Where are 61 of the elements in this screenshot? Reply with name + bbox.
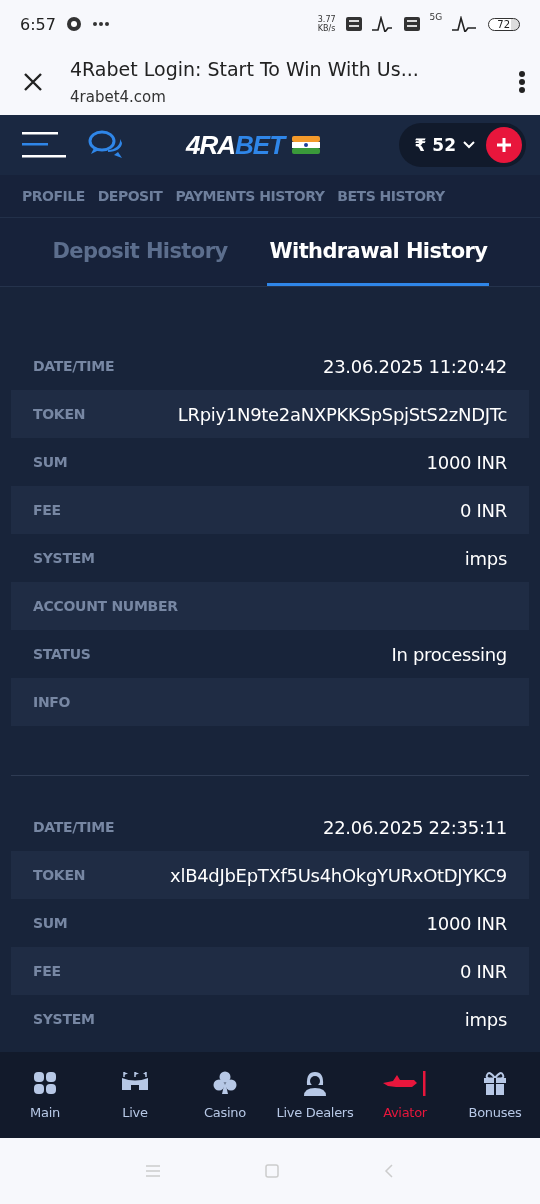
battery-level: 72 (488, 17, 520, 31)
profile-nav-link[interactable]: PROFILE (22, 188, 85, 204)
flag-icon (292, 136, 320, 154)
volte-icon (345, 17, 362, 31)
field-label: INFO (33, 694, 71, 710)
brand-logo[interactable]: 4RABET (186, 129, 320, 161)
signal-icon (371, 16, 394, 32)
balance-pill[interactable]: ₹ 52 (398, 123, 526, 167)
menu-icon[interactable] (22, 130, 66, 160)
page-url: 4rabet4.com (70, 87, 167, 106)
field-label: TOKEN (33, 867, 86, 883)
field-value: 0 INR (460, 960, 507, 982)
field-label: SUM (33, 454, 68, 470)
network-type: 5G (429, 12, 443, 22)
field-value: xlB4dJbEpTXf5Us4hOkgYURxOtDJYKC9 (170, 864, 507, 886)
add-button[interactable] (486, 127, 522, 163)
field-value: 1000 INR (426, 451, 507, 473)
field-label: ACCOUNT NUMBER (33, 598, 178, 614)
field-label: STATUS (33, 646, 91, 662)
volte-icon (403, 17, 420, 31)
person-icon (303, 1071, 327, 1096)
field-label: DATE/TIME (33, 358, 115, 374)
chat-icon[interactable] (88, 130, 124, 160)
field-label: SUM (33, 915, 68, 931)
field-value: imps (464, 547, 507, 569)
network-speed: 3.77 KB/s (317, 15, 336, 33)
close-icon[interactable] (22, 70, 44, 93)
gift-icon (483, 1071, 507, 1096)
page-title: 4Rabet Login: Start To Win With Us... (70, 57, 420, 80)
field-value: 22.06.2025 22:35:11 (323, 816, 507, 838)
chevron-icon (462, 140, 476, 150)
profile-nav-link[interactable]: BETS HISTORY (337, 188, 445, 204)
nav-tab[interactable]: Main (0, 1070, 90, 1120)
club-icon (213, 1071, 237, 1096)
field-value: 23.06.2025 11:20:42 (323, 355, 507, 377)
field-label: FEE (33, 963, 61, 979)
field-value: 0 INR (460, 499, 507, 521)
nav-tab[interactable]: Casino (180, 1070, 270, 1120)
field-value: 1000 INR (426, 912, 507, 934)
field-label: SYSTEM (33, 550, 95, 566)
nav-tab[interactable]: Live (90, 1070, 180, 1120)
grid-icon (33, 1071, 57, 1096)
plus-icon (495, 136, 513, 154)
profile-nav-link[interactable]: DEPOSIT (97, 188, 163, 204)
field-value: In processing (391, 643, 507, 665)
signal-icon (452, 16, 479, 32)
field-label: SYSTEM (33, 1011, 95, 1027)
field-value: LRpiy1N9te2aNXPKKSpSpjStS2zNDJTc (177, 403, 507, 425)
profile-nav-link[interactable]: PAYMENTS HISTORY (175, 188, 325, 204)
plane-icon (382, 1071, 428, 1096)
nav-tab[interactable]: Aviator (360, 1070, 450, 1120)
clock-time: 6:57 (20, 14, 56, 34)
field-label: DATE/TIME (33, 819, 115, 835)
more-icon (91, 21, 110, 27)
browser-icon (65, 16, 82, 32)
field-label: FEE (33, 502, 61, 518)
menu-icon[interactable] (518, 69, 526, 94)
field-label: TOKEN (33, 406, 86, 422)
nav-tab[interactable]: Live Dealers (270, 1070, 360, 1120)
nav-tab[interactable]: Bonuses (450, 1070, 540, 1120)
field-value: imps (464, 1008, 507, 1030)
